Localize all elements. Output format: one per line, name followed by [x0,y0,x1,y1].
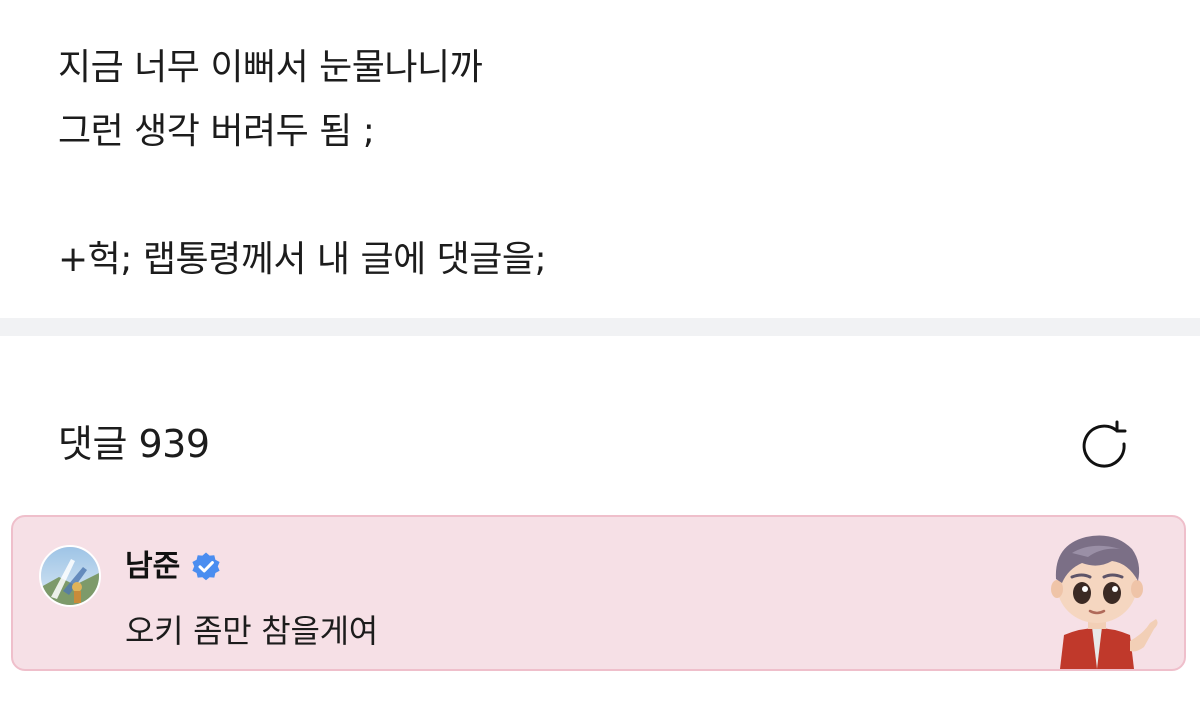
comment-card[interactable]: 남준 오키 좀만 참을게여 [11,515,1186,671]
character-sticker [1051,535,1158,669]
verified-badge-icon [192,552,220,581]
comment-text: 오키 좀만 참을게여 [125,612,378,650]
avatar-photo [41,547,99,605]
post-detail-page: 지금 너무 이뻐서 눈물나니까 그런 생각 버려두 됨 ; +헉; 랩통령께서 … [0,0,1200,712]
comments-count-title: 댓글 939 [58,422,210,466]
post-line: 그런 생각 버려두 됨 ; [58,111,375,152]
avatar[interactable] [39,545,101,607]
section-divider [0,318,1200,336]
comments-header: 댓글 939 [58,412,1142,476]
post-line: 지금 너무 이뻐서 눈물나니까 [58,47,483,88]
comment-author-name[interactable]: 남준 [125,547,180,587]
refresh-button[interactable] [1078,418,1134,474]
post-line: +헉; 랩통령께서 내 글에 댓글을; [58,239,547,280]
post-body: 지금 너무 이뻐서 눈물나니까 그런 생각 버려두 됨 ; +헉; 랩통령께서 … [58,36,1158,292]
comment-author-row: 남준 [125,547,222,587]
refresh-icon [1082,420,1127,468]
